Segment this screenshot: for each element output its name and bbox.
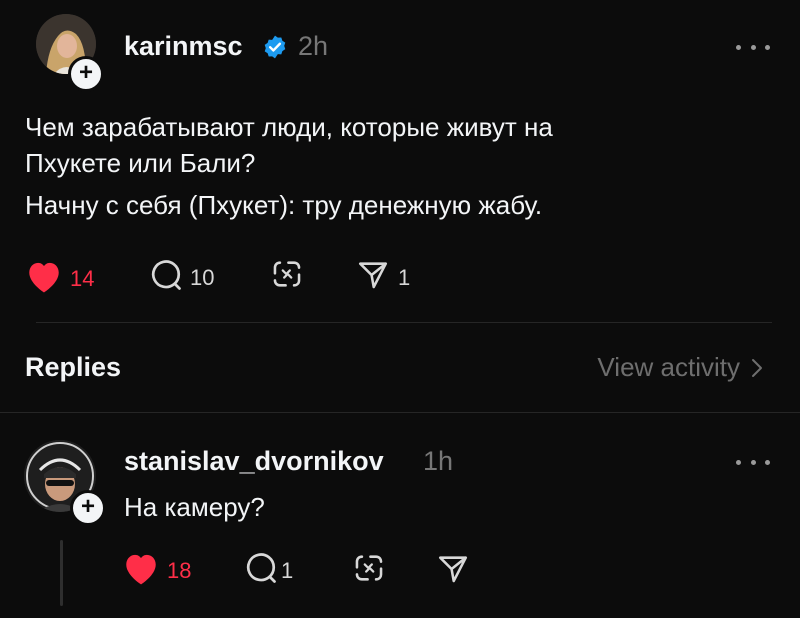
- more-dots-icon[interactable]: [736, 41, 770, 53]
- comment-count: 10: [190, 264, 215, 290]
- divider: [36, 322, 772, 323]
- like-button[interactable]: 18: [121, 550, 191, 591]
- verified-badge-icon: [262, 34, 288, 60]
- heart-icon: [24, 258, 64, 299]
- follow-plus-button[interactable]: +: [70, 490, 106, 526]
- repost-button[interactable]: [270, 257, 304, 296]
- like-button[interactable]: 14: [24, 258, 94, 299]
- divider: [0, 412, 800, 413]
- post-text-line: Пхукете или Бали?: [25, 148, 256, 178]
- replies-label: Replies: [25, 352, 122, 382]
- view-activity-label: View activity: [597, 352, 740, 382]
- view-activity-link[interactable]: View activity: [597, 352, 764, 383]
- post-username[interactable]: karinmsc: [124, 31, 243, 62]
- comment-button[interactable]: 10: [148, 257, 214, 298]
- reply-username[interactable]: stanislav_dvornikov: [124, 446, 384, 477]
- like-count: 14: [70, 265, 95, 291]
- comment-bubble-icon: [243, 550, 279, 591]
- like-count: 18: [167, 557, 192, 583]
- post-text-line: Начну с себя (Пхукет): тру денежную жабу…: [25, 190, 543, 220]
- follow-plus-button[interactable]: +: [68, 56, 104, 92]
- comment-button[interactable]: 1: [243, 550, 293, 591]
- comment-count: 1: [281, 557, 294, 583]
- chevron-right-icon: [750, 357, 764, 379]
- thread-line: [60, 540, 63, 606]
- repost-button[interactable]: [352, 551, 386, 590]
- post-text-line: Чем зарабатывают люди, которые живут на: [25, 112, 553, 142]
- share-button[interactable]: [436, 552, 470, 591]
- repost-icon: [270, 257, 304, 296]
- heart-icon: [121, 550, 161, 591]
- more-dots-icon[interactable]: [736, 456, 770, 468]
- post-time: 2h: [298, 31, 329, 61]
- reply-time: 1h: [423, 446, 454, 476]
- send-icon: [436, 552, 470, 591]
- reply-text: На камеру?: [124, 492, 265, 522]
- repost-icon: [352, 551, 386, 590]
- share-button[interactable]: 1: [356, 258, 410, 297]
- comment-bubble-icon: [148, 257, 184, 298]
- send-icon: [356, 258, 390, 297]
- post-text: Чем зарабатывают люди, которые живут на …: [25, 109, 765, 223]
- share-count: 1: [398, 264, 411, 290]
